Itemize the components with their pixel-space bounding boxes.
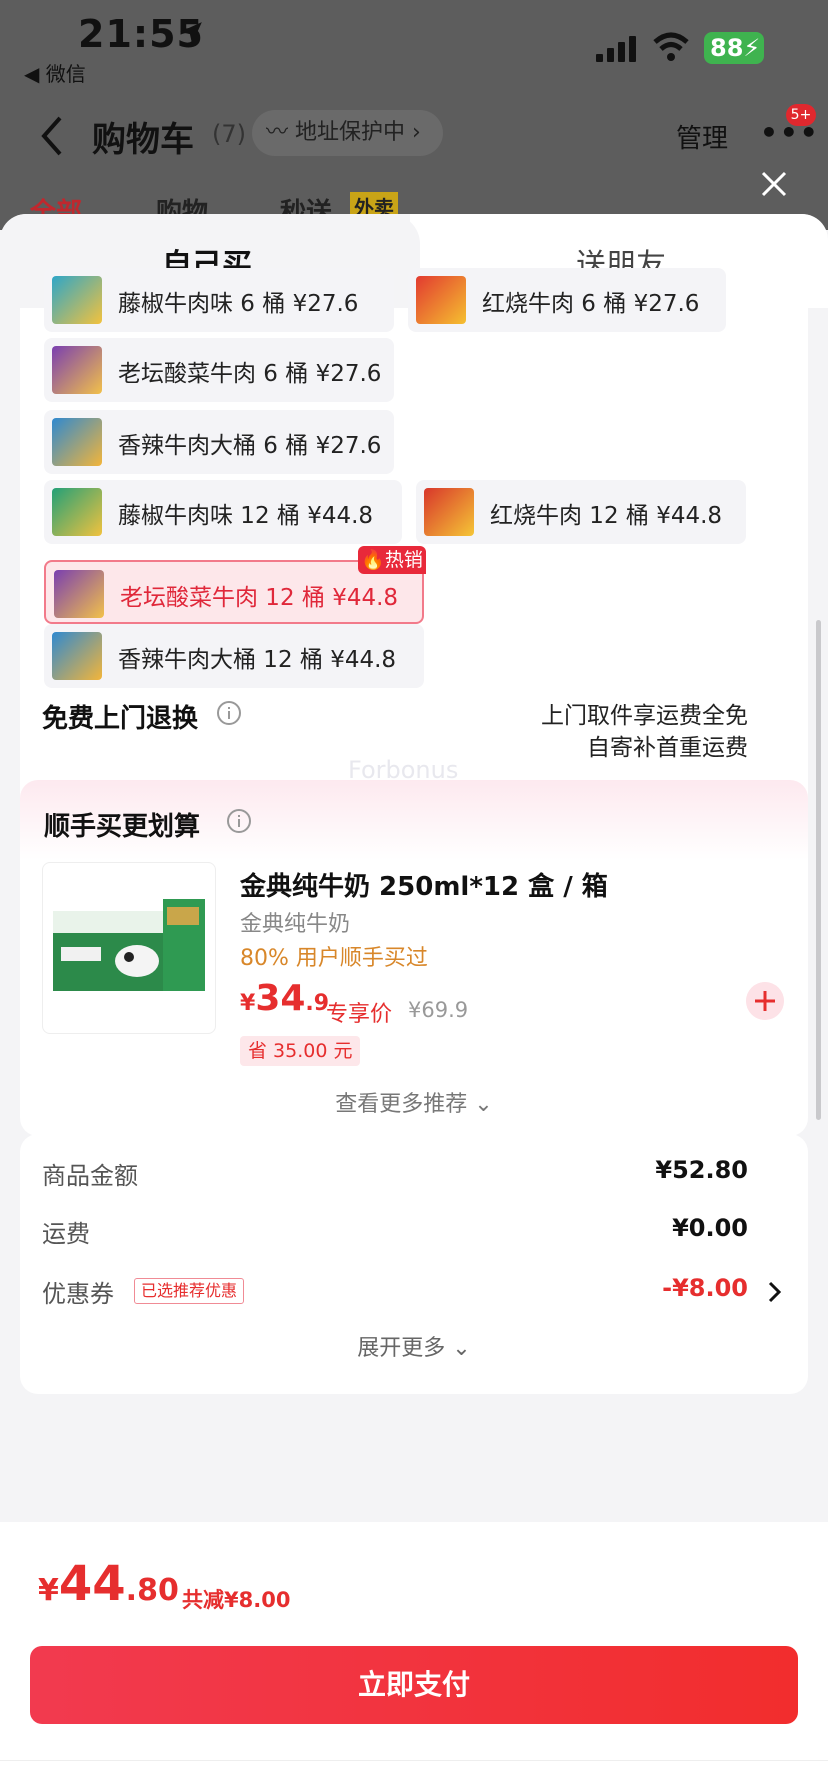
more-recommendations-link[interactable]: 查看更多推荐 ⌄: [20, 1086, 808, 1118]
info-icon[interactable]: [226, 808, 252, 834]
total-decimal: .80: [125, 1573, 179, 1608]
info-icon[interactable]: [216, 700, 242, 726]
flame-icon: 🔥: [361, 549, 385, 571]
option-label: 红烧牛肉 6 桶 ¥27.6: [482, 291, 700, 317]
hot-sale-badge: 🔥热销: [358, 546, 426, 574]
price-currency: ¥: [240, 991, 256, 1016]
chevron-right-icon[interactable]: [766, 1280, 782, 1304]
message-badge: 5+: [786, 104, 816, 126]
option-chip[interactable]: 藤椒牛肉味 6 桶 ¥27.6: [44, 268, 394, 332]
option-label: 红烧牛肉 12 桶 ¥44.8: [490, 503, 723, 529]
price-summary-card: 商品金额 ¥52.80 运费 ¥0.00 优惠券 已选推荐优惠 -¥8.00 展…: [20, 1134, 808, 1394]
coupon-value[interactable]: -¥8.00: [662, 1274, 748, 1302]
battery-indicator: 88⚡: [704, 32, 764, 64]
option-chip[interactable]: 香辣牛肉大桶 6 桶 ¥27.6: [44, 410, 394, 474]
hot-sale-label: 热销: [384, 549, 423, 571]
charging-icon: ⚡: [743, 34, 761, 62]
page-title: 购物车: [92, 120, 194, 160]
returns-self-ship-note: 自寄补首重运费: [587, 735, 748, 761]
goods-amount-value: ¥52.80: [655, 1156, 748, 1184]
location-arrow-icon: [180, 22, 202, 44]
address-protection-label: 地址保护中 ›: [295, 120, 421, 145]
cart-count: (7): [212, 120, 246, 148]
close-icon[interactable]: [760, 170, 788, 198]
checkout-bar: ¥44.80 共减¥8.00 立即支付: [0, 1522, 828, 1792]
returns-pickup-note: 上门取件享运费全免: [541, 703, 748, 729]
free-returns-title: 免费上门退换: [42, 704, 199, 734]
manage-button[interactable]: 管理: [676, 118, 728, 155]
shipping-value: ¥0.00: [672, 1214, 748, 1242]
pay-now-button[interactable]: 立即支付: [30, 1646, 798, 1724]
product-thumbnail: [52, 346, 102, 394]
back-to-wechat[interactable]: ◀ 微信: [24, 58, 86, 87]
option-label: 香辣牛肉大桶 12 桶 ¥44.8: [118, 647, 397, 673]
recommend-card: 顺手买更划算 金典纯牛奶 250ml*12 盒 / 箱 金典纯牛奶 80% 用户…: [20, 780, 808, 1136]
goods-amount-label: 商品金额: [42, 1162, 138, 1190]
option-label: 藤椒牛肉味 12 桶 ¥44.8: [118, 503, 374, 529]
total-discount: 共减¥8.00: [182, 1588, 291, 1612]
milk-product-image[interactable]: [42, 862, 216, 1034]
recommend-title: 顺手买更划算: [44, 812, 201, 842]
product-thumbnail: [54, 570, 104, 618]
back-arrow-icon[interactable]: [38, 114, 66, 158]
price-integer: 34: [255, 978, 306, 1019]
total-currency: ¥: [38, 1573, 59, 1608]
add-to-cart-button[interactable]: [746, 982, 784, 1020]
battery-level: 88: [710, 34, 744, 62]
option-label: 藤椒牛肉味 6 桶 ¥27.6: [118, 291, 359, 317]
address-protection-pill[interactable]: 〰 地址保护中 ›: [252, 110, 443, 156]
product-price: ¥34.9: [240, 978, 329, 1019]
cell-signal-icon: [596, 36, 636, 62]
option-chip[interactable]: 红烧牛肉 12 桶 ¥44.8: [416, 480, 746, 544]
shield-icon: 〰: [266, 120, 295, 145]
product-thumbnail: [52, 632, 102, 680]
option-label: 老坛酸菜牛肉 12 桶 ¥44.8: [120, 585, 399, 611]
product-name[interactable]: 金典纯牛奶 250ml*12 盒 / 箱: [240, 866, 608, 903]
shipping-label: 运费: [42, 1220, 90, 1248]
product-thumbnail: [52, 276, 102, 324]
product-thumbnail: [52, 418, 102, 466]
original-price: ¥69.9: [408, 998, 469, 1022]
product-thumbnail: [424, 488, 474, 536]
option-chip[interactable]: 香辣牛肉大桶 12 桶 ¥44.8: [44, 624, 424, 688]
purchase-sheet: 送朋友 自己买 藤椒牛肉味 6 桶 ¥27.6 红烧牛肉 6 桶 ¥27.6 老…: [0, 214, 828, 1792]
bottom-divider: [0, 1760, 828, 1761]
product-thumbnail: [416, 276, 466, 324]
savings-badge: 省 35.00 元: [240, 1036, 361, 1066]
option-label: 老坛酸菜牛肉 6 桶 ¥27.6: [118, 361, 382, 387]
coupon-label: 优惠券: [42, 1280, 114, 1308]
coupon-selected-tag: 已选推荐优惠: [134, 1278, 245, 1304]
wifi-icon: [653, 32, 689, 61]
option-chip[interactable]: 藤椒牛肉味 12 桶 ¥44.8: [44, 480, 402, 544]
option-chip[interactable]: 红烧牛肉 6 桶 ¥27.6: [408, 268, 726, 332]
expand-more-link[interactable]: 展开更多 ⌄: [20, 1330, 808, 1362]
option-chip[interactable]: 老坛酸菜牛肉 6 桶 ¥27.6: [44, 338, 394, 402]
option-label: 香辣牛肉大桶 6 桶 ¥27.6: [118, 433, 382, 459]
bought-stat: 80% 用户顺手买过: [240, 946, 428, 971]
status-bar: 21:55 ◀ 微信 88⚡: [0, 0, 828, 95]
total-price: ¥44.80: [38, 1556, 179, 1612]
product-thumbnail: [52, 488, 102, 536]
milk-box-illustration: [53, 899, 205, 991]
total-integer: 44: [58, 1556, 126, 1612]
scrollbar[interactable]: [816, 620, 821, 1120]
cart-header: 购物车 (7) 〰 地址保护中 › 管理 ••• 5+: [0, 100, 828, 180]
exclusive-price-tag: 专享价: [326, 1002, 393, 1027]
product-brand: 金典纯牛奶: [240, 912, 351, 937]
